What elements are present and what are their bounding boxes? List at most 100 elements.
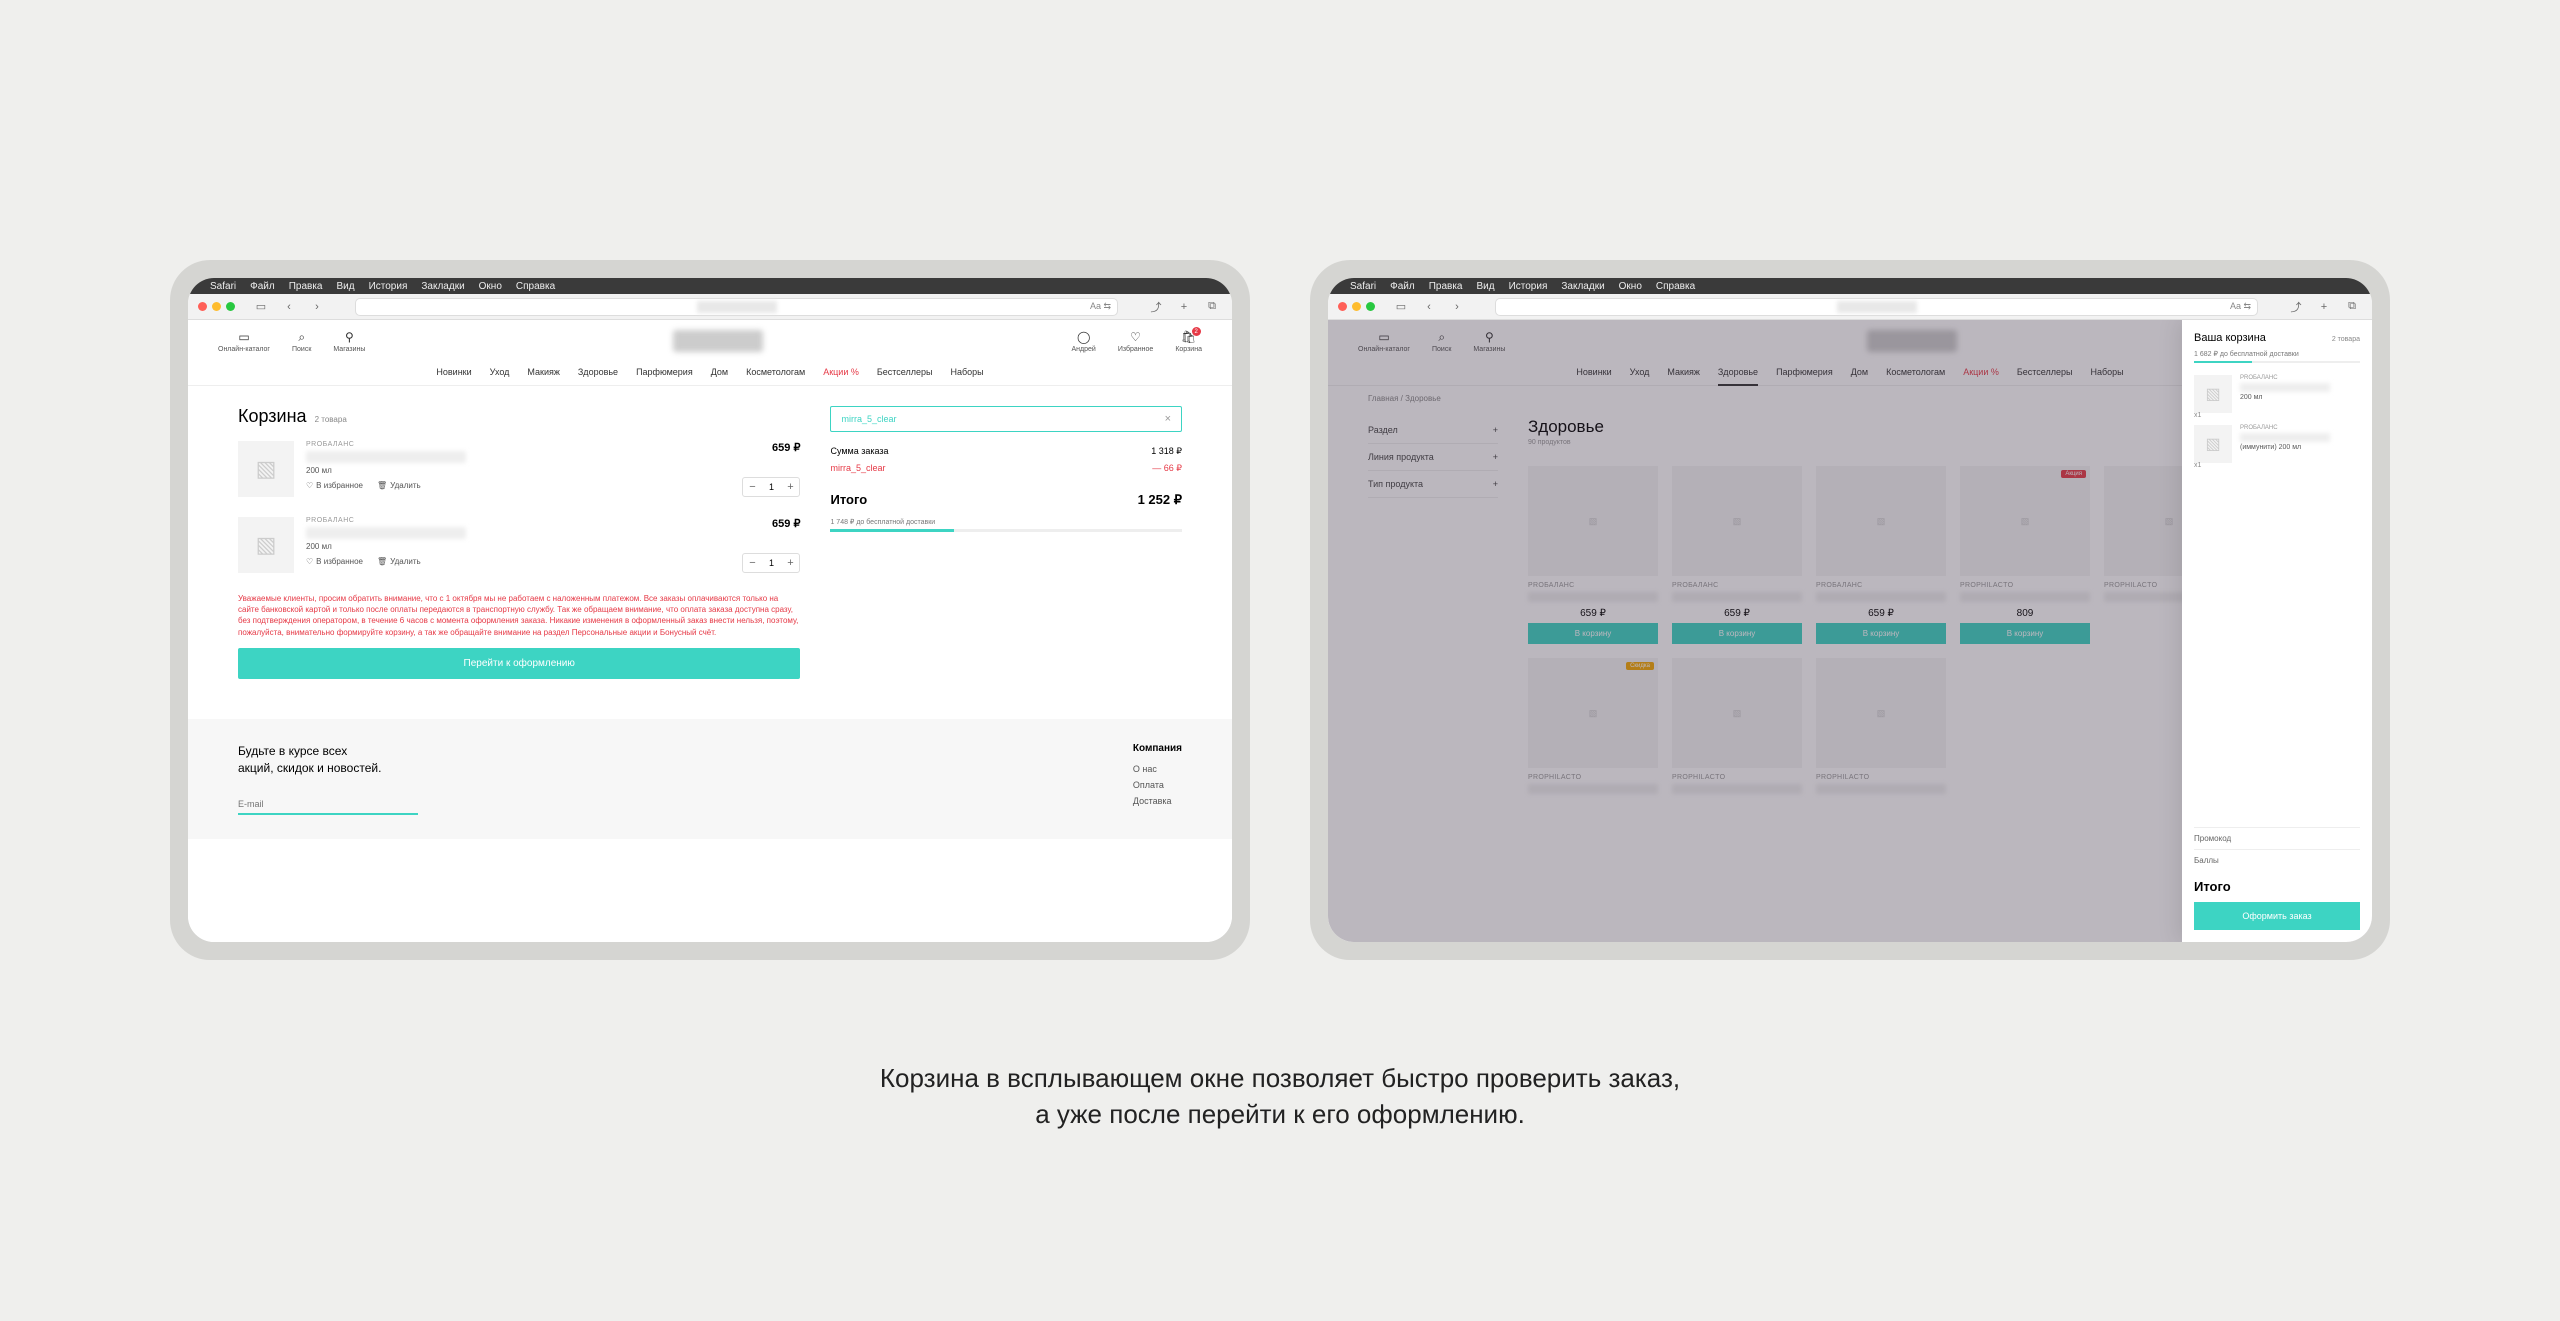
nav-forward-icon[interactable]: › [307, 298, 327, 316]
menu-history[interactable]: История [369, 281, 408, 292]
share-icon[interactable]: ⤴ [2286, 298, 2306, 316]
add-favorite-button[interactable]: ♡ В избранное [306, 481, 363, 490]
qty-value: 1 [761, 558, 781, 568]
drawer-promo-toggle[interactable]: Промокод [2194, 827, 2360, 849]
minimize-window-icon[interactable] [212, 302, 221, 311]
footer-link-delivery[interactable]: Доставка [1133, 796, 1182, 806]
payment-notice: Уважаемые клиенты, просим обратить внима… [238, 593, 800, 638]
reader-toggle[interactable]: Aa ⇆ [1090, 301, 1111, 312]
menu-file[interactable]: Файл [1390, 281, 1415, 292]
nav-catalog[interactable]: ▭Онлайн-каталог [218, 330, 270, 353]
cat-aktsii[interactable]: Акции % [823, 367, 859, 377]
footer-link-payment[interactable]: Оплата [1133, 780, 1182, 790]
menu-view[interactable]: Вид [1477, 281, 1495, 292]
nav-stores[interactable]: ⚲Магазины [333, 330, 365, 353]
cart-item: ▧ PROБАЛАНС 200 мл ♡ В избранное 🗑 Удали… [238, 517, 800, 573]
browser-toolbar: ▭ ‹ › Aa ⇆ ⤴ + ⧉ [188, 294, 1232, 320]
reader-toggle[interactable]: Aa ⇆ [2230, 301, 2251, 312]
product-thumb[interactable]: ▧ [238, 517, 294, 573]
screen-left: Safari Файл Правка Вид История Закладки … [188, 278, 1232, 942]
remove-button[interactable]: 🗑 Удалить [377, 481, 421, 490]
site-logo[interactable] [673, 330, 763, 352]
cat-zdorove[interactable]: Здоровье [578, 367, 618, 377]
cart-main: Корзина2 товара ▧ PROБАЛАНС 200 мл ♡ В и… [238, 406, 800, 679]
cat-dom[interactable]: Дом [711, 367, 728, 377]
cart-badge: 2 [1192, 327, 1201, 336]
drawer-free-ship-hint: 1 682 ₽ до бесплатной доставки [2194, 350, 2360, 358]
drawer-points-toggle[interactable]: Баллы [2194, 849, 2360, 871]
nav-back-icon[interactable]: ‹ [279, 298, 299, 316]
checkout-button[interactable]: Перейти к оформлению [238, 648, 800, 679]
maximize-window-icon[interactable] [1366, 302, 1375, 311]
cat-novinki[interactable]: Новинки [436, 367, 471, 377]
drawer-thumb[interactable]: ▧x1 [2194, 425, 2232, 463]
new-tab-icon[interactable]: + [1174, 298, 1194, 316]
menu-view[interactable]: Вид [337, 281, 355, 292]
menu-window[interactable]: Окно [1619, 281, 1642, 292]
sidebar-toggle-icon[interactable]: ▭ [1391, 298, 1411, 316]
site-footer: Будьте в курсе всех акций, скидок и ново… [188, 719, 1232, 840]
product-brand: PROБАЛАНС [306, 517, 730, 524]
drawer-total: Итого [2194, 871, 2360, 902]
nav-cart[interactable]: 🛍2Корзина [1175, 330, 1202, 353]
qty-minus-button[interactable]: − [743, 478, 761, 496]
url-bar[interactable]: Aa ⇆ [1495, 298, 2258, 316]
tabs-icon[interactable]: ⧉ [2342, 298, 2362, 316]
quantity-stepper: − 1 + [742, 477, 800, 497]
minimize-window-icon[interactable] [1352, 302, 1361, 311]
new-tab-icon[interactable]: + [2314, 298, 2334, 316]
menu-bookmarks[interactable]: Закладки [421, 281, 464, 292]
item-price: 659 ₽ [772, 441, 800, 454]
footer-link-about[interactable]: О нас [1133, 764, 1182, 774]
product-thumb[interactable]: ▧ [238, 441, 294, 497]
bag-icon: 🛍2 [1182, 330, 1196, 344]
cat-makiyazh[interactable]: Макияж [527, 367, 559, 377]
cat-cosmetolog[interactable]: Косметологам [746, 367, 805, 377]
sidebar-toggle-icon[interactable]: ▭ [251, 298, 271, 316]
menu-bookmarks[interactable]: Закладки [1561, 281, 1604, 292]
tabs-icon[interactable]: ⧉ [1202, 298, 1222, 316]
url-bar[interactable]: Aa ⇆ [355, 298, 1118, 316]
nav-favorites[interactable]: ♡Избранное [1118, 330, 1153, 353]
nav-account[interactable]: ◯Андрей [1072, 330, 1096, 353]
summary-row-discount: mirra_5_clear— 66 ₽ [830, 463, 1182, 474]
menu-file[interactable]: Файл [250, 281, 275, 292]
menu-safari[interactable]: Safari [210, 281, 236, 292]
remove-button[interactable]: 🗑 Удалить [377, 557, 421, 566]
cat-nabory[interactable]: Наборы [950, 367, 983, 377]
tablet-right: Safari Файл Правка Вид История Закладки … [1310, 260, 2390, 960]
summary-row: Сумма заказа1 318 ₽ [830, 446, 1182, 457]
nav-search[interactable]: ⌕Поиск [292, 330, 311, 353]
page-content-left: ▭Онлайн-каталог ⌕Поиск ⚲Магазины ◯Андрей… [188, 320, 1232, 942]
add-favorite-button[interactable]: ♡ В избранное [306, 557, 363, 566]
remove-promo-icon[interactable]: × [1165, 413, 1171, 425]
close-window-icon[interactable] [198, 302, 207, 311]
qty-plus-button[interactable]: + [781, 478, 799, 496]
email-field[interactable] [238, 795, 418, 815]
drawer-thumb[interactable]: ▧x1 [2194, 375, 2232, 413]
screen-right: Safari Файл Правка Вид История Закладки … [1328, 278, 2372, 942]
menu-safari[interactable]: Safari [1350, 281, 1376, 292]
qty-plus-button[interactable]: + [781, 554, 799, 572]
cat-parfum[interactable]: Парфюмерия [636, 367, 693, 377]
menu-edit[interactable]: Правка [289, 281, 323, 292]
drawer-item: ▧x1 PROБАЛАНС(иммунити) 200 мл [2194, 425, 2360, 463]
menu-help[interactable]: Справка [516, 281, 555, 292]
close-window-icon[interactable] [1338, 302, 1347, 311]
browser-toolbar: ▭ ‹ › Aa ⇆ ⤴ + ⧉ [1328, 294, 2372, 320]
nav-forward-icon[interactable]: › [1447, 298, 1467, 316]
menu-window[interactable]: Окно [479, 281, 502, 292]
share-icon[interactable]: ⤴ [1146, 298, 1166, 316]
menu-help[interactable]: Справка [1656, 281, 1695, 292]
nav-back-icon[interactable]: ‹ [1419, 298, 1439, 316]
newsletter-title: Будьте в курсе всех акций, скидок и ново… [238, 743, 418, 777]
qty-minus-button[interactable]: − [743, 554, 761, 572]
drawer-checkout-button[interactable]: Оформить заказ [2194, 902, 2360, 930]
menu-history[interactable]: История [1509, 281, 1548, 292]
footer-col-title: Компания [1133, 743, 1182, 754]
cart-title: Корзина2 товара [238, 406, 800, 427]
menu-edit[interactable]: Правка [1429, 281, 1463, 292]
cat-uhod[interactable]: Уход [490, 367, 510, 377]
cat-bestsellers[interactable]: Бестселлеры [877, 367, 933, 377]
maximize-window-icon[interactable] [226, 302, 235, 311]
